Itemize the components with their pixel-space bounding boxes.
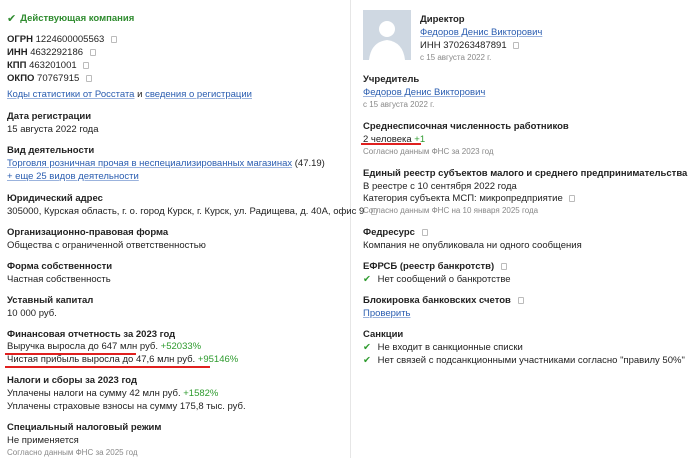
finance-title: Финансовая отчетность за 2023 год: [7, 329, 176, 340]
efrsb-value: Нет сообщений о банкротстве: [377, 274, 511, 285]
legal-form-value: Общества с ограниченной ответственностью: [7, 240, 206, 251]
copy-icon[interactable]: [569, 195, 576, 202]
sanctions-title: Санкции: [363, 329, 404, 340]
fedresurs-title-row: Федресурс: [363, 227, 428, 238]
efrsb-title-row: ЕФРСБ (реестр банкротств): [363, 261, 507, 272]
okpo-value: 70767915: [37, 73, 80, 84]
profit-text: Чистая прибыль выросла до 47,6 млн руб.: [7, 354, 196, 365]
director-since: с 15 августа 2022 г.: [420, 53, 492, 62]
avatar: [363, 10, 411, 60]
address-value: 305000, Курская область, г. о. город Кур…: [7, 206, 365, 217]
copy-icon[interactable]: [421, 229, 428, 236]
headcount-note: Согласно данным ФНС за 2023 год: [363, 147, 494, 156]
address-row: 305000, Курская область, г. о. город Кур…: [7, 206, 377, 217]
director-link[interactable]: Федоров Денис Викторович: [420, 27, 542, 38]
director-title: Директор: [420, 14, 465, 25]
activity-title: Вид деятельности: [7, 145, 95, 156]
insurance-text: Уплачены страховые взносы на сумму 175,8…: [7, 401, 246, 412]
smb-title: Единый реестр субъектов малого и среднег…: [363, 168, 688, 179]
activity-code: (47.19): [294, 158, 325, 169]
check-icon: ✔: [363, 342, 371, 353]
inn-row: ИНН 4632292186: [7, 47, 96, 58]
director-inn-row: ИНН 370263487891: [420, 40, 520, 51]
fedresurs-title: Федресурс: [363, 227, 415, 238]
legal-form-title: Организационно-правовая форма: [7, 227, 169, 238]
founder-row: Федоров Денис Викторович: [363, 87, 485, 98]
sanctions-row-1: ✔ Не входит в санкционные списки: [363, 342, 523, 353]
copy-icon[interactable]: [110, 36, 117, 43]
status-text: Действующая компания: [20, 13, 135, 24]
fedresurs-value: Компания не опубликовала ни одного сообщ…: [363, 240, 582, 251]
founder-since: с 15 августа 2022 г.: [363, 100, 435, 109]
codes-row: Коды статистики от Росстата и сведения о…: [7, 89, 252, 100]
revenue-text: Выручка выросла до 647 млн руб.: [7, 341, 159, 352]
taxes-title: Налоги и сборы за 2023 год: [7, 375, 137, 386]
check-icon: ✔: [363, 274, 371, 285]
smb-date: В реестре с 10 сентября 2022 года: [363, 181, 517, 192]
ogrn-row: ОГРН 1224600005563: [7, 34, 117, 45]
person-placeholder-icon: [363, 10, 411, 60]
column-divider: [350, 0, 351, 458]
bank-block-title-row: Блокировка банковских счетов: [363, 295, 524, 306]
highlight-underline: [361, 143, 421, 145]
copy-icon[interactable]: [83, 62, 90, 69]
activity-row: Торговля розничная прочая в неспециализи…: [7, 158, 325, 169]
company-status: ✔ Действующая компания: [7, 12, 134, 25]
taxes-row: Уплачены налоги на сумму 42 млн руб. +15…: [7, 388, 218, 399]
tax-regime-title: Специальный налоговый режим: [7, 422, 162, 433]
sanctions-row-2: ✔ Нет связей с подсанкционными участника…: [363, 355, 685, 366]
smb-category: Категория субъекта МСП: микропредприятие: [363, 193, 563, 204]
founder-title: Учредитель: [363, 74, 420, 85]
taxes-text: Уплачены налоги на сумму 42 млн руб.: [7, 388, 181, 399]
copy-icon[interactable]: [500, 263, 507, 270]
inn-value: 4632292186: [30, 47, 84, 58]
capital-title: Уставный капитал: [7, 295, 94, 306]
director-name-row: Федоров Денис Викторович: [420, 27, 542, 38]
check-link[interactable]: Проверить: [363, 308, 411, 319]
copy-icon[interactable]: [85, 75, 92, 82]
revenue-delta: +52033%: [160, 341, 202, 352]
efrsb-title: ЕФРСБ (реестр банкротств): [363, 261, 495, 272]
revenue-row: Выручка выросла до 647 млн руб. +52033%: [7, 341, 201, 352]
activity-more[interactable]: + еще 25 видов деятельности: [7, 171, 139, 182]
okpo-row: ОКПО 70767915: [7, 73, 92, 84]
director-inn-value: 370263487891: [443, 40, 507, 51]
reg-date-title: Дата регистрации: [7, 111, 92, 122]
headcount-title: Среднесписочная численность работников: [363, 121, 569, 132]
copy-icon[interactable]: [89, 49, 96, 56]
check-icon: ✔: [7, 13, 17, 25]
sanctions-value-2: Нет связей с подсанкционными участниками…: [377, 355, 685, 366]
profit-delta: +95146%: [197, 354, 239, 365]
activity-link[interactable]: Торговля розничная прочая в неспециализи…: [7, 158, 292, 169]
reg-date-value: 15 августа 2022 года: [7, 124, 99, 135]
smb-note: Согласно данным ФНС на 10 января 2025 го…: [363, 206, 539, 215]
copy-icon[interactable]: [513, 42, 520, 49]
bank-block-row: Проверить: [363, 308, 411, 319]
registration-info-link[interactable]: сведения о регистрации: [145, 89, 252, 100]
ownership-title: Форма собственности: [7, 261, 113, 272]
taxes-delta: +1582%: [183, 388, 219, 399]
founder-link[interactable]: Федоров Денис Викторович: [363, 87, 485, 98]
kpp-value: 463201001: [29, 60, 77, 71]
kpp-row: КПП 463201001: [7, 60, 90, 71]
profit-row: Чистая прибыль выросла до 47,6 млн руб. …: [7, 354, 238, 365]
ownership-value: Частная собственность: [7, 274, 111, 285]
check-icon: ✔: [363, 355, 371, 366]
copy-icon[interactable]: [517, 297, 524, 304]
sanctions-value-1: Не входит в санкционные списки: [377, 342, 523, 353]
address-title: Юридический адрес: [7, 193, 103, 204]
ogrn-value: 1224600005563: [35, 34, 105, 45]
smb-category-row: Категория субъекта МСП: микропредприятие: [363, 193, 576, 204]
highlight-underline: [5, 366, 210, 368]
capital-value: 10 000 руб.: [7, 308, 57, 319]
tax-regime-value: Не применяется: [7, 435, 79, 446]
rosstat-codes-link[interactable]: Коды статистики от Росстата: [7, 89, 134, 100]
efrsb-row: ✔ Нет сообщений о банкротстве: [363, 274, 511, 285]
bank-block-title: Блокировка банковских счетов: [363, 295, 511, 306]
tax-regime-note: Согласно данным ФНС за 2025 год: [7, 448, 138, 457]
